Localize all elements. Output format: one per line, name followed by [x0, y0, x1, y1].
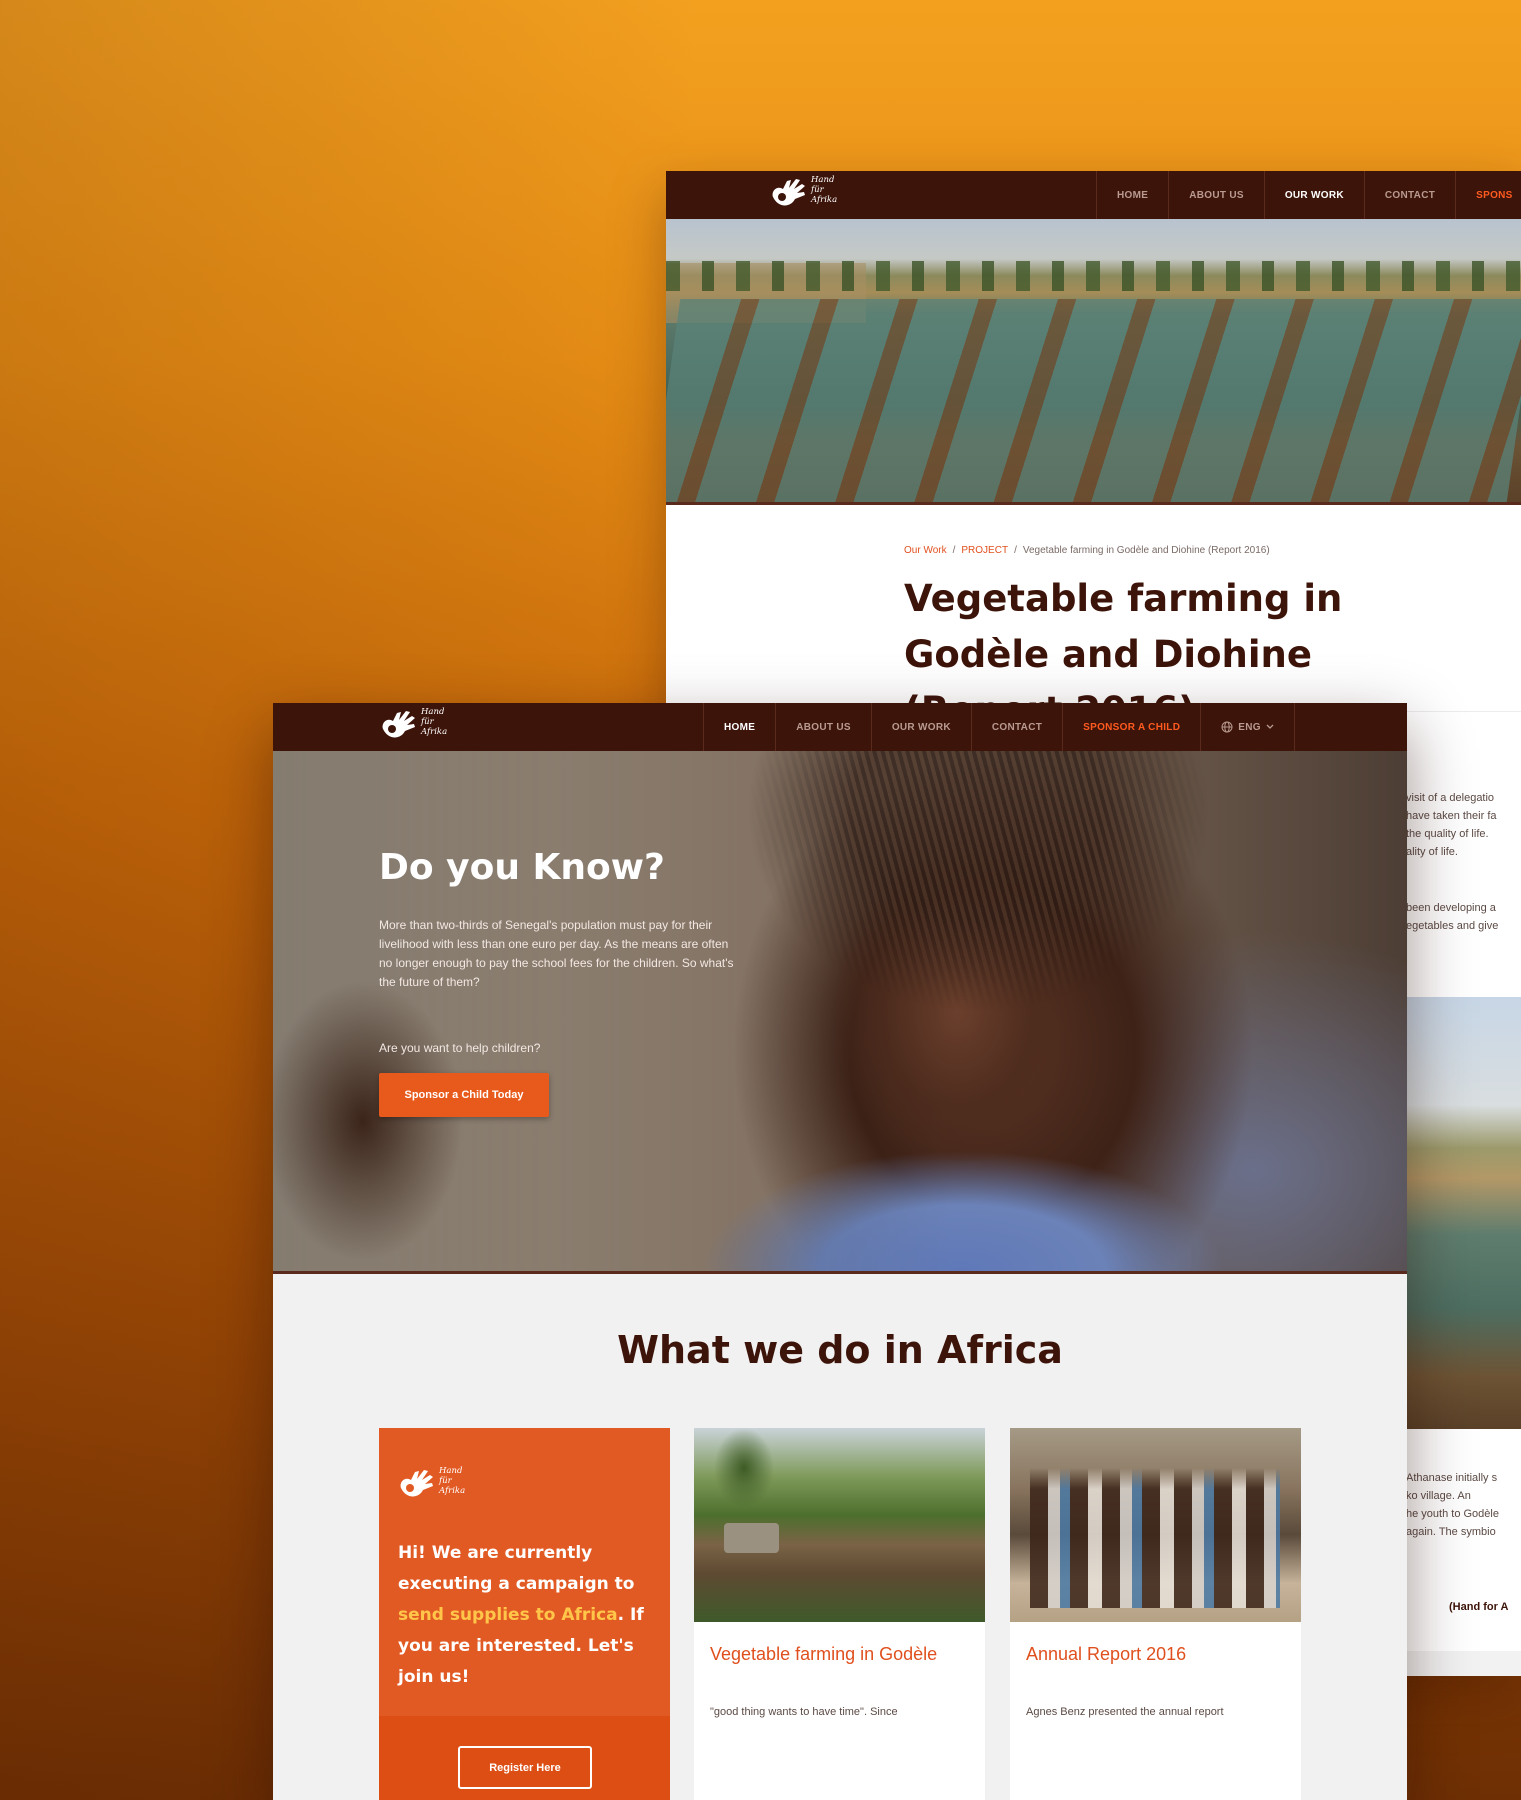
card-image: [694, 1428, 985, 1622]
project-card[interactable]: Vegetable farming in Godèle "good thing …: [694, 1428, 985, 1800]
top-nav: Hand für Afrika HOME ABOUT US OUR WORK C…: [666, 171, 1521, 219]
hero-body: More than two-thirds of Senegal's popula…: [379, 918, 734, 989]
hero-divider: [273, 1271, 1407, 1274]
card-excerpt: "good thing wants to have time". Since: [710, 1706, 898, 1718]
article-text-line: ko village. An: [1406, 1490, 1471, 1502]
nav-sponsor-child[interactable]: SPONSOR A CHILD: [1062, 703, 1200, 751]
card-title[interactable]: Annual Report 2016: [1026, 1644, 1186, 1665]
section-title: What we do in Africa: [617, 1328, 1063, 1372]
language-label: ENG: [1238, 721, 1261, 733]
nav-our-work[interactable]: OUR WORK: [1263, 171, 1364, 219]
globe-icon: [1221, 721, 1233, 733]
nav-home[interactable]: HOME: [703, 703, 775, 751]
article-text-line: he youth to Godèle: [1406, 1508, 1499, 1520]
breadcrumb: Our Work / PROJECT / Vegetable farming i…: [904, 545, 1270, 556]
nav-our-work[interactable]: OUR WORK: [870, 703, 971, 751]
logo-script: Hand für Afrika: [811, 175, 838, 205]
article-signature: (Hand for A: [1449, 1601, 1509, 1613]
hand-logo-icon: [400, 1470, 433, 1497]
project-card[interactable]: Annual Report 2016 Agnes Benz presented …: [1010, 1428, 1301, 1800]
register-button[interactable]: Register Here: [458, 1746, 592, 1789]
breadcrumb-our-work[interactable]: Our Work: [904, 545, 947, 556]
campaign-card: Hand für Afrika Hi! We are currently exe…: [379, 1428, 670, 1800]
campaign-text: Hi! We are currently executing a campaig…: [398, 1543, 644, 1687]
nav-about[interactable]: ABOUT US: [1168, 171, 1264, 219]
site-logo[interactable]: Hand für Afrika: [769, 175, 837, 213]
site-logo[interactable]: Hand für Afrika: [379, 707, 447, 745]
hero-banner: Do you Know? More than two-thirds of Sen…: [273, 751, 1407, 1271]
logo-script: Hand für Afrika: [439, 1466, 466, 1496]
card-title[interactable]: Vegetable farming in Godèle: [710, 1644, 937, 1665]
nav-home[interactable]: HOME: [1096, 171, 1168, 219]
sponsor-child-button[interactable]: Sponsor a Child Today: [379, 1073, 549, 1117]
article-text-line: egetables and give: [1406, 920, 1499, 932]
breadcrumb-current: Vegetable farming in Godèle and Diohine …: [1022, 545, 1270, 556]
card-logo: Hand für Afrika: [397, 1466, 465, 1504]
article-text-line: have taken their fa: [1406, 810, 1497, 822]
field-hero-image: [666, 219, 1521, 502]
nav-contact[interactable]: CONTACT: [970, 703, 1062, 751]
top-nav: Hand für Afrika HOME ABOUT US OUR WORK C…: [273, 703, 1407, 751]
article-text-line: the quality of life.: [1406, 828, 1489, 840]
chevron-down-icon: [1266, 724, 1274, 729]
nav-about[interactable]: ABOUT US: [775, 703, 871, 751]
article-text-line: Athanase initially s: [1406, 1472, 1498, 1484]
main-menu: HOME ABOUT US OUR WORK CONTACT SPONS: [1096, 171, 1521, 219]
article-text-line: ality of life.: [1406, 846, 1458, 858]
home-page-window: Hand für Afrika HOME ABOUT US OUR WORK C…: [273, 703, 1407, 1800]
card-excerpt: Agnes Benz presented the annual report: [1026, 1706, 1224, 1718]
article-text-line: again. The symbio: [1406, 1526, 1496, 1538]
hero-question: Are you want to help children?: [379, 1041, 541, 1055]
article-text-line: visit of a delegatio: [1406, 792, 1495, 804]
card-image: [1010, 1428, 1301, 1622]
article-photo: [1406, 997, 1521, 1429]
language-selector[interactable]: ENG: [1200, 703, 1295, 751]
article-text-line: been developing a: [1406, 902, 1496, 914]
nav-contact[interactable]: CONTACT: [1363, 171, 1455, 219]
campaign-highlight[interactable]: send supplies to Africa: [398, 1605, 618, 1625]
hand-logo-icon: [772, 179, 805, 206]
logo-script: Hand für Afrika: [421, 707, 448, 737]
nav-sponsor[interactable]: SPONS: [1455, 171, 1521, 219]
hero-title: Do you Know?: [379, 847, 665, 888]
breadcrumb-separator: /: [1014, 545, 1017, 556]
hand-logo-icon: [382, 711, 415, 738]
breadcrumb-project[interactable]: PROJECT: [961, 545, 1008, 556]
main-menu: HOME ABOUT US OUR WORK CONTACT SPONSOR A…: [703, 703, 1295, 751]
breadcrumb-separator: /: [952, 545, 956, 556]
hero-divider: [666, 502, 1521, 505]
